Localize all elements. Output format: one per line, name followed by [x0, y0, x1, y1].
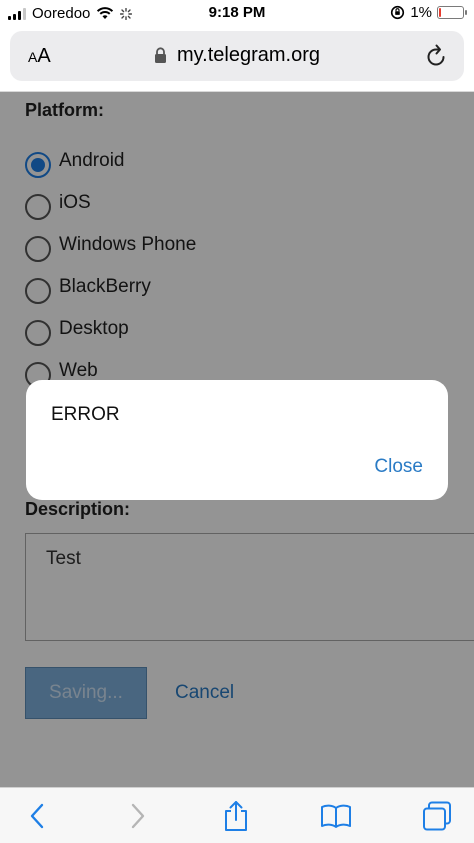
address-bar[interactable]: AA my.telegram.org — [10, 31, 464, 81]
status-bar: Ooredoo 9:18 PM 1% — [0, 0, 474, 28]
battery-icon — [437, 6, 467, 19]
close-button[interactable]: Close — [374, 456, 423, 478]
url-field[interactable]: my.telegram.org — [10, 44, 464, 67]
chevron-left-icon — [30, 803, 44, 829]
orientation-lock-icon — [391, 5, 405, 20]
browser-toolbar — [0, 787, 474, 843]
back-button[interactable] — [21, 800, 53, 832]
alert-dialog: ERROR Close — [26, 380, 448, 500]
tabs-button[interactable] — [421, 800, 453, 832]
reload-icon[interactable] — [424, 43, 448, 69]
bookmarks-button[interactable] — [320, 800, 352, 832]
alert-message: ERROR — [51, 404, 120, 425]
url-text: my.telegram.org — [176, 44, 320, 66]
share-button[interactable] — [220, 800, 252, 832]
tabs-icon — [423, 801, 451, 831]
status-right: 1% — [390, 4, 467, 21]
chevron-right-icon — [131, 803, 145, 829]
lock-icon — [154, 47, 166, 64]
forward-button[interactable] — [122, 800, 154, 832]
battery-percent: 1% — [410, 4, 432, 21]
book-icon — [321, 804, 351, 828]
browser-address-area: AA my.telegram.org — [0, 28, 474, 92]
share-icon — [225, 801, 247, 831]
